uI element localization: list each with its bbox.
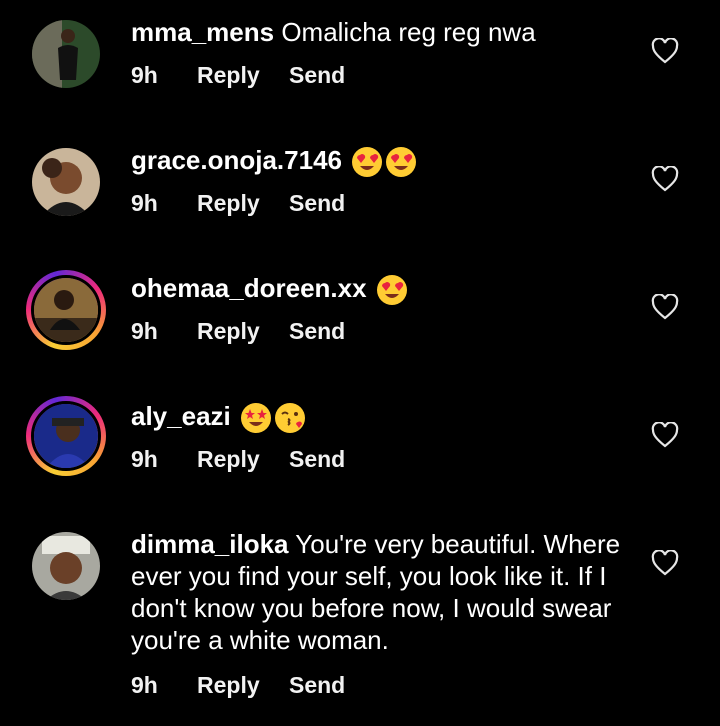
- reply-button[interactable]: Reply: [197, 190, 289, 217]
- comment-time: 9h: [131, 446, 158, 472]
- like-heart-icon[interactable]: [651, 550, 679, 576]
- comment-time: 9h: [131, 672, 158, 698]
- send-button[interactable]: Send: [289, 446, 345, 473]
- reply-button[interactable]: Reply: [197, 446, 289, 473]
- comment-text: mma_mens Omalicha reg reg nwa: [131, 16, 631, 48]
- comment-username[interactable]: aly_eazi: [131, 401, 231, 431]
- like-heart-icon[interactable]: [651, 294, 679, 320]
- kissing-heart-emoji-icon: [274, 402, 306, 434]
- comment-body: Omalicha reg reg nwa: [281, 17, 536, 47]
- avatar: [31, 275, 101, 345]
- comment-time: 9h: [131, 62, 158, 88]
- reply-button[interactable]: Reply: [197, 672, 289, 699]
- comment-actions: 9h Reply Send: [131, 190, 345, 217]
- comment-time: 9h: [131, 318, 158, 344]
- comment-username[interactable]: ohemaa_doreen.xx: [131, 273, 367, 303]
- like-heart-icon[interactable]: [651, 38, 679, 64]
- reply-button[interactable]: Reply: [197, 318, 289, 345]
- like-heart-icon[interactable]: [651, 166, 679, 192]
- avatar[interactable]: [26, 14, 106, 94]
- send-button[interactable]: Send: [289, 62, 345, 89]
- heart-eyes-emoji-icon: [351, 146, 383, 178]
- send-button[interactable]: Send: [289, 672, 345, 699]
- send-button[interactable]: Send: [289, 318, 345, 345]
- comment-actions: 9h Reply Send: [131, 62, 345, 89]
- star-struck-emoji-icon: [240, 402, 272, 434]
- comment-username[interactable]: dimma_iloka: [131, 529, 289, 559]
- comment-username[interactable]: grace.onoja.7146: [131, 145, 342, 175]
- avatar-story-ring[interactable]: [26, 396, 106, 476]
- comment-text: dimma_iloka You're very beautiful. Where…: [131, 528, 621, 656]
- reply-button[interactable]: Reply: [197, 62, 289, 89]
- like-heart-icon[interactable]: [651, 422, 679, 448]
- avatar: [31, 401, 101, 471]
- comment-text: ohemaa_doreen.xx: [131, 272, 631, 306]
- comment-actions: 9h Reply Send: [131, 446, 345, 473]
- heart-eyes-emoji-icon: [385, 146, 417, 178]
- avatar[interactable]: [26, 526, 106, 606]
- comment-time: 9h: [131, 190, 158, 216]
- comment-text: grace.onoja.7146: [131, 144, 631, 178]
- comment-username[interactable]: mma_mens: [131, 17, 274, 47]
- heart-eyes-emoji-icon: [376, 274, 408, 306]
- comment-text: aly_eazi: [131, 400, 631, 434]
- avatar-story-ring[interactable]: [26, 270, 106, 350]
- comment-actions: 9h Reply Send: [131, 318, 345, 345]
- send-button[interactable]: Send: [289, 190, 345, 217]
- avatar[interactable]: [26, 142, 106, 222]
- comment-actions: 9h Reply Send: [131, 672, 345, 699]
